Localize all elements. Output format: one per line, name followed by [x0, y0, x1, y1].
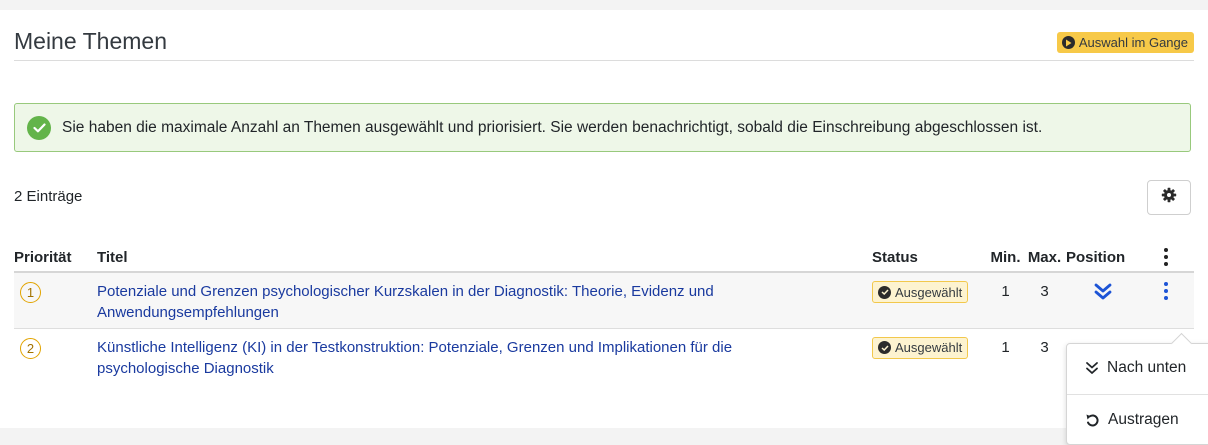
column-header-priority[interactable]: Priorität [14, 243, 97, 273]
topic-title-link[interactable]: Potenziale und Grenzen psychologischer K… [97, 273, 817, 323]
topics-table: Priorität Titel Status Min. Max. Positio… [14, 243, 1194, 384]
max-value: 3 [1040, 283, 1049, 300]
undo-icon [1086, 413, 1099, 426]
chevrons-down-icon [1094, 283, 1112, 300]
table-settings-button[interactable] [1147, 180, 1191, 215]
column-header-title[interactable]: Titel [97, 243, 872, 273]
menu-item-withdraw[interactable]: Austragen [1067, 400, 1208, 440]
column-header-max[interactable]: Max. [1023, 243, 1066, 273]
status-label: Ausgewählt [895, 284, 963, 300]
success-alert: Sie haben die maximale Anzahl an Themen … [14, 103, 1191, 152]
menu-item-move-down-label: Nach unten [1107, 359, 1187, 376]
page-title: Meine Themen [14, 28, 167, 54]
alert-message: Sie haben die maximale Anzahl an Themen … [62, 118, 1043, 136]
menu-item-withdraw-label: Austragen [1108, 411, 1179, 428]
priority-badge: 1 [20, 282, 41, 303]
table-row: 1 Potenziale und Grenzen psychologischer… [14, 272, 1194, 328]
content-card: Meine Themen Auswahl im Gange Sie haben … [0, 10, 1208, 445]
page-header: Meine Themen Auswahl im Gange [14, 28, 1194, 61]
menu-divider [1067, 394, 1208, 395]
check-circle-icon [878, 285, 891, 299]
topic-title-link[interactable]: Künstliche Intelligenz (KI) in der Testk… [97, 329, 817, 379]
table-row: 2 Künstliche Intelligenz (KI) in der Tes… [14, 328, 1194, 384]
status-badge: Ausgewählt [872, 281, 969, 303]
entries-count: 2 Einträge [14, 188, 83, 205]
check-circle-icon [27, 115, 51, 140]
column-header-actions[interactable] [1146, 243, 1194, 273]
column-header-position[interactable]: Position [1066, 243, 1146, 273]
move-down-button[interactable] [1092, 281, 1114, 303]
priority-badge: 2 [20, 337, 41, 359]
row-actions-dropdown: Nach unten Austragen [1066, 332, 1208, 445]
min-value: 1 [1001, 283, 1010, 300]
selection-status-label: Auswahl im Gange [1078, 35, 1188, 50]
chevrons-down-icon [1086, 362, 1098, 374]
min-value: 1 [1001, 338, 1010, 356]
status-label: Ausgewählt [895, 340, 963, 355]
table-header-row: Priorität Titel Status Min. Max. Positio… [14, 243, 1194, 273]
max-value: 3 [1040, 338, 1049, 356]
status-badge: Ausgewählt [872, 336, 969, 359]
selection-status-badge: Auswahl im Gange [1056, 32, 1194, 53]
menu-item-move-down[interactable]: Nach unten [1067, 348, 1208, 388]
table-actions-kebab-icon[interactable] [1156, 248, 1176, 266]
play-circle-icon [1061, 36, 1075, 49]
check-circle-icon [878, 341, 891, 354]
column-header-status[interactable]: Status [872, 243, 988, 273]
gear-icon [1161, 187, 1177, 208]
row-actions-kebab-icon[interactable] [1156, 282, 1176, 300]
column-header-min[interactable]: Min. [988, 243, 1023, 273]
